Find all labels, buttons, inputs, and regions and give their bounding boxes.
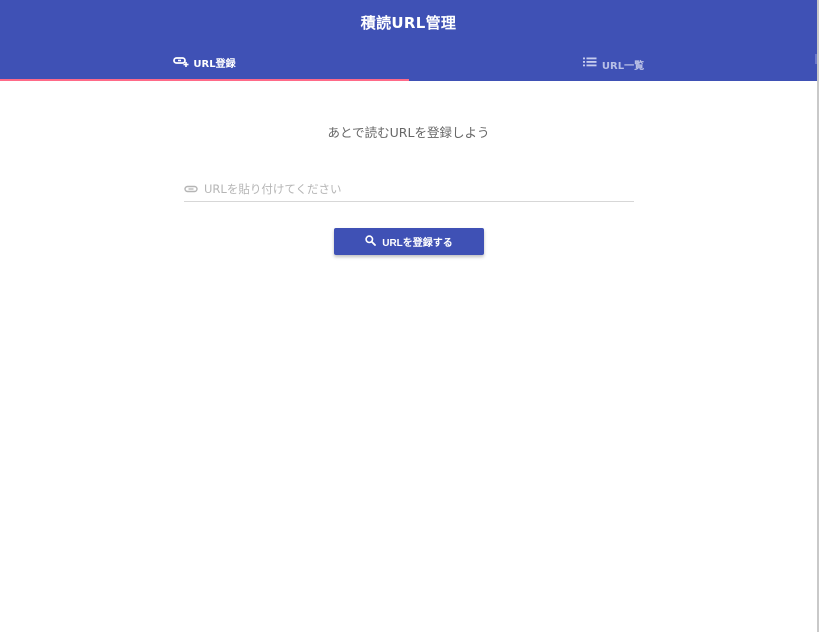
tab-url-list-content: URL一覧 [582,53,644,72]
link-icon [184,182,198,196]
app-header: 積読URL管理 URL登録 URL一覧 [0,0,817,81]
tab-url-register-content: URL登録 [173,53,236,72]
tab-url-register[interactable]: URL登録 [0,44,409,81]
add-link-icon [173,53,189,72]
scroll-edge-marker [815,54,817,64]
search-icon [365,234,377,249]
register-url-button[interactable]: URLを登録する [334,228,484,255]
url-input[interactable] [204,182,624,196]
register-url-button-label: URLを登録する [382,238,453,249]
register-prompt: あとで読むURLを登録しよう [327,125,490,140]
tab-url-register-label: URL登録 [193,59,236,70]
tab-bar: URL登録 URL一覧 [0,44,817,81]
list-icon [582,53,598,72]
app-title: 積読URL管理 [360,14,457,32]
tab-url-list-label: URL一覧 [601,60,645,72]
active-tab-indicator [0,79,409,81]
app-window: 積読URL管理 URL登録 URL一覧 あとで読むURLを登録しよう URLを貼… [0,0,819,632]
url-field [184,177,634,202]
tab-url-list[interactable]: URL一覧 [409,44,817,81]
